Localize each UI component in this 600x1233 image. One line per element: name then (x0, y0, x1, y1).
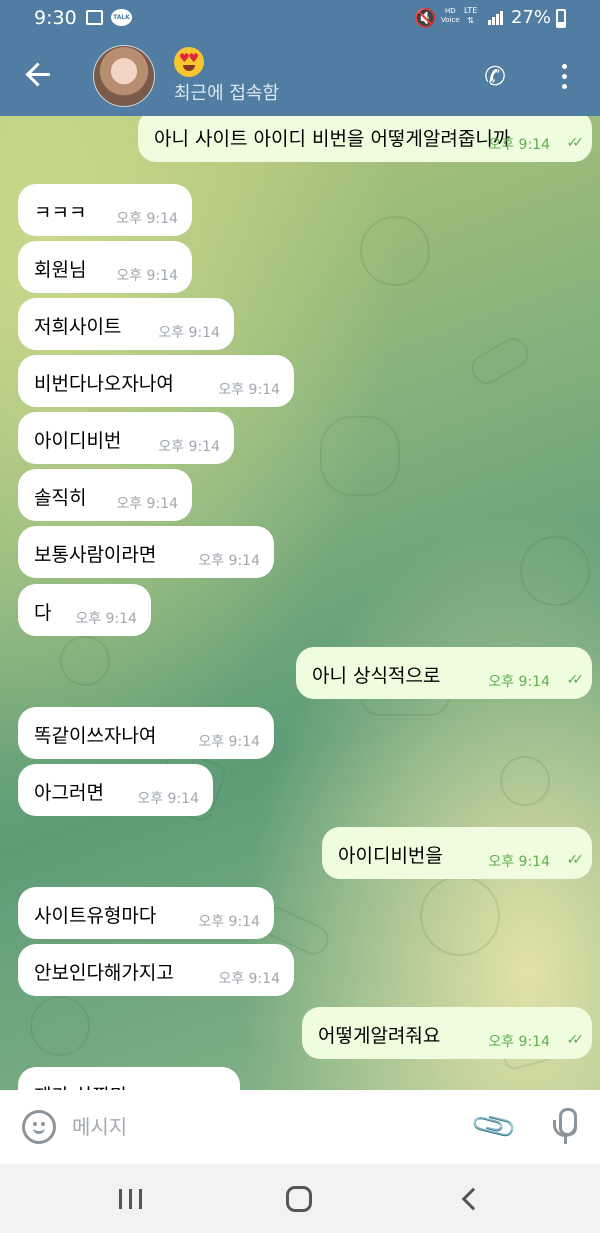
voice-label: Voice (441, 16, 460, 24)
message-time: 오후 9:14 (75, 611, 137, 627)
system-navigation-bar (0, 1164, 600, 1233)
message-bubble-outgoing[interactable]: 어떻게알려줘요 오후 9:14 ✓✓ (302, 1007, 592, 1059)
message-bubble-incoming[interactable]: 제가 살짝만 (18, 1067, 240, 1090)
microphone-icon[interactable] (548, 1106, 582, 1148)
message-bubble-outgoing[interactable]: 아이디비번을 오후 9:14 ✓✓ (322, 827, 592, 879)
mute-icon: 🔇 (414, 8, 437, 29)
message-text: 저희사이트 (34, 316, 122, 338)
message-bubble-outgoing[interactable]: 아니 사이트 아이디 비번을 어떻게알려줍니까 오후 9:14 ✓✓ (138, 116, 592, 162)
battery-icon (556, 9, 566, 28)
message-bubble-incoming[interactable]: 사이트유형마다 오후 9:14 (18, 887, 274, 939)
message-time: 오후 9:14 (488, 137, 550, 153)
status-bar: 9:30 TALK 🔇 HD Voice LTE ⇅ 27% (0, 0, 600, 38)
message-text: 똑같이쓰자나여 (34, 725, 157, 747)
paperclip-icon[interactable]: 📎 (469, 1101, 522, 1154)
message-text: 아그러면 (34, 782, 104, 804)
last-seen-status: 최근에 접속함 (174, 83, 280, 104)
message-time: 오후 9:14 (218, 971, 280, 987)
lte-label: LTE (464, 6, 478, 15)
kakaotalk-notification-icon: TALK (111, 9, 132, 26)
message-text: 아이디비번을 (338, 845, 443, 867)
recent-apps-icon[interactable] (117, 1186, 145, 1210)
message-composer: 📎 (0, 1090, 600, 1164)
message-text: 제가 살짝만 (34, 1081, 127, 1090)
chat-header: 최근에 접속함 ✆ (0, 38, 600, 116)
message-list[interactable]: 아니 사이트 아이디 비번을 어떻게알려줍니까 오후 9:14 ✓✓ ㅋㅋㅋ 오… (0, 116, 600, 1090)
message-text: 보통사람이라면 (34, 544, 157, 566)
gallery-notification-icon (86, 10, 103, 25)
message-time: 오후 9:14 (198, 553, 260, 569)
message-text: 아니 사이트 아이디 비번을 어떻게알려줍니까 (154, 128, 511, 150)
message-text: ㅋㅋㅋ (34, 202, 87, 224)
message-time: 오후 9:14 (198, 734, 260, 750)
signal-icon (488, 11, 504, 25)
message-time: 오후 9:14 (137, 791, 199, 807)
hd-voice-icon: HD Voice (441, 7, 460, 25)
message-text: 회원님 (34, 259, 87, 281)
message-text: 아니 상식적으로 (312, 665, 441, 687)
back-arrow-icon[interactable] (20, 54, 60, 94)
message-time: 오후 9:14 (218, 382, 280, 398)
avatar[interactable] (93, 45, 155, 107)
message-text: 다 (34, 602, 52, 624)
message-bubble-incoming[interactable]: 저희사이트 오후 9:14 (18, 298, 234, 350)
message-text: 아이디비번 (34, 430, 122, 452)
home-icon[interactable] (286, 1186, 312, 1212)
message-time: 오후 9:14 (158, 439, 220, 455)
message-text: 사이트유형마다 (34, 905, 157, 927)
battery-percent: 27% (511, 7, 552, 28)
message-text: 안보인다해가지고 (34, 962, 174, 984)
clock: 9:30 (34, 7, 77, 29)
message-time: 오후 9:14 (198, 914, 260, 930)
message-text: 어떻게알려줘요 (318, 1025, 441, 1047)
message-time: 오후 9:14 (488, 854, 550, 870)
double-check-icon: ✓✓ (566, 1032, 585, 1048)
double-check-icon: ✓✓ (566, 672, 585, 688)
message-bubble-incoming[interactable]: 비번다나오자나여 오후 9:14 (18, 355, 294, 407)
message-input[interactable] (72, 1106, 452, 1148)
message-bubble-incoming[interactable]: 똑같이쓰자나여 오후 9:14 (18, 707, 274, 759)
message-time: 오후 9:14 (488, 674, 550, 690)
message-bubble-incoming[interactable]: 솔직히 오후 9:14 (18, 469, 192, 521)
message-bubble-incoming[interactable]: 다 오후 9:14 (18, 584, 151, 636)
phone-icon[interactable]: ✆ (478, 60, 512, 94)
double-check-icon: ✓✓ (566, 135, 585, 151)
back-chevron-icon[interactable] (459, 1188, 479, 1208)
double-check-icon: ✓✓ (566, 852, 585, 868)
hd-label: HD (444, 7, 456, 15)
more-vertical-icon[interactable] (549, 60, 579, 94)
message-time: 오후 9:14 (116, 496, 178, 512)
message-time: 오후 9:14 (116, 268, 178, 284)
heart-eyes-emoji-icon (174, 47, 204, 77)
message-time: 오후 9:14 (158, 325, 220, 341)
message-bubble-incoming[interactable]: 안보인다해가지고 오후 9:14 (18, 944, 294, 996)
message-bubble-incoming[interactable]: 아이디비번 오후 9:14 (18, 412, 234, 464)
message-time: 오후 9:14 (488, 1034, 550, 1050)
emoji-icon[interactable] (22, 1110, 56, 1144)
message-bubble-incoming[interactable]: 아그러면 오후 9:14 (18, 764, 213, 816)
message-bubble-outgoing[interactable]: 아니 상식적으로 오후 9:14 ✓✓ (296, 647, 592, 699)
message-bubble-incoming[interactable]: 보통사람이라면 오후 9:14 (18, 526, 274, 578)
message-text: 솔직히 (34, 487, 87, 509)
lte-icon: LTE ⇅ (464, 6, 478, 25)
message-bubble-incoming[interactable]: 회원님 오후 9:14 (18, 241, 192, 293)
message-time: 오후 9:14 (116, 211, 178, 227)
message-bubble-incoming[interactable]: ㅋㅋㅋ 오후 9:14 (18, 184, 192, 236)
message-text: 비번다나오자나여 (34, 373, 174, 395)
